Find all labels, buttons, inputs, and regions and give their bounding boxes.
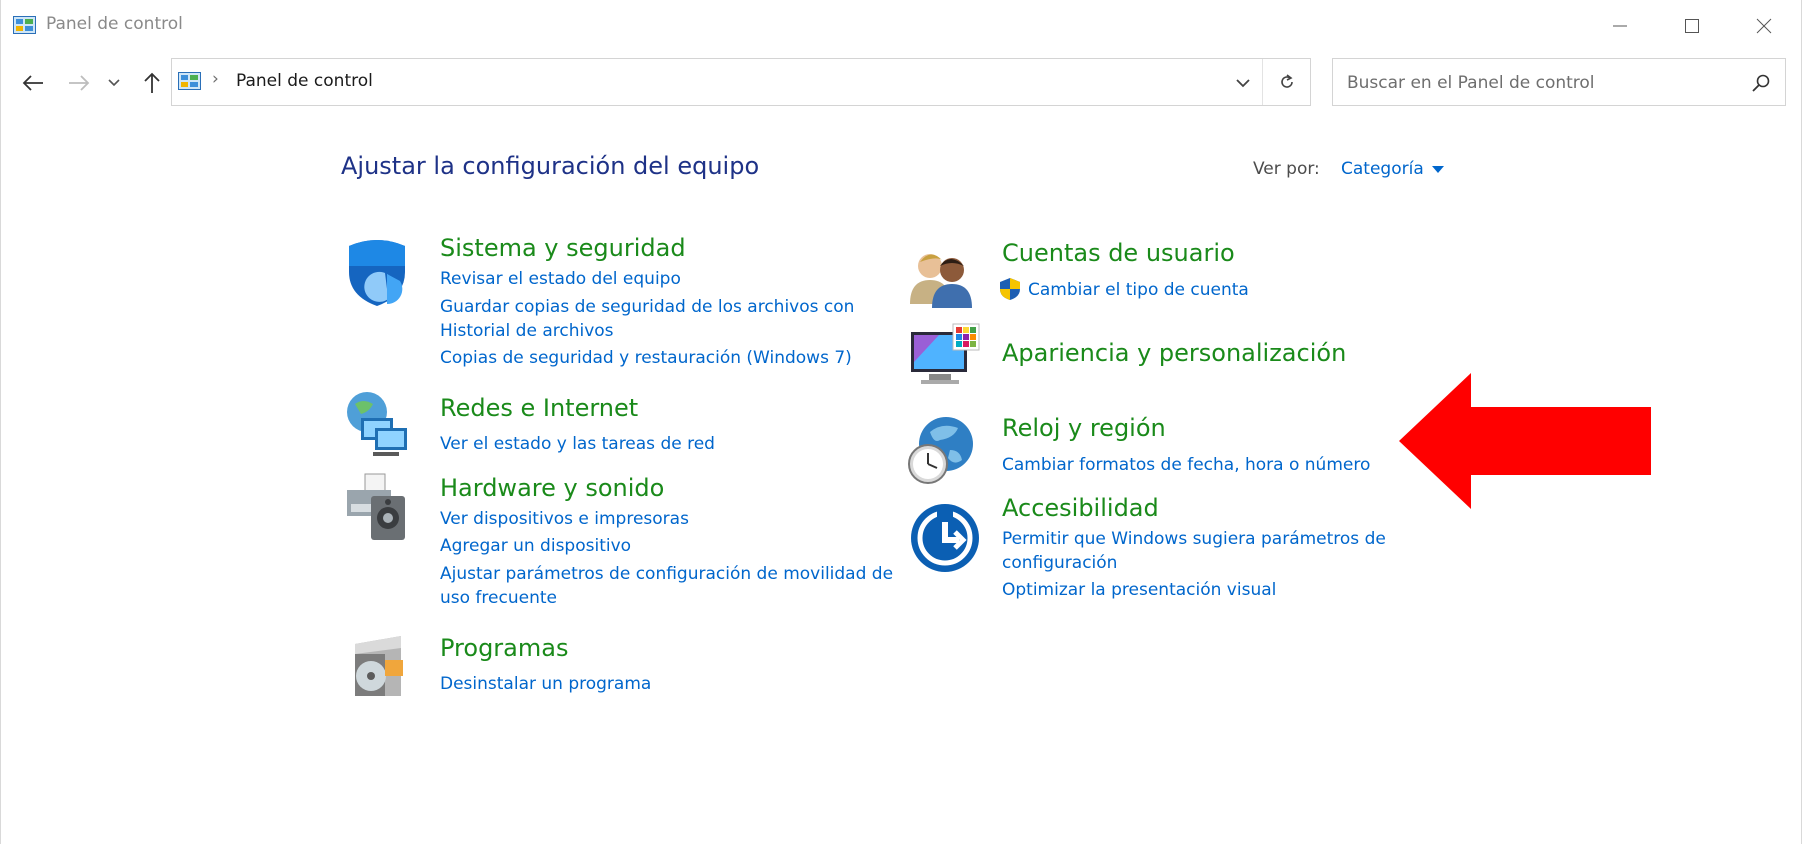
address-dropdown-button[interactable] — [1227, 67, 1259, 99]
view-by-value: Categoría — [1341, 159, 1424, 179]
link-uninstall-program[interactable]: Desinstalar un programa — [440, 672, 880, 696]
address-divider — [1262, 59, 1263, 105]
link-devices-printers[interactable]: Ver dispositivos e impresoras — [440, 507, 880, 531]
category-title-hardware-sound[interactable]: Hardware y sonido — [440, 474, 664, 502]
search-icon[interactable] — [1749, 71, 1773, 95]
view-by-dropdown[interactable]: Categoría — [1341, 159, 1444, 179]
link-optimize-visual-display[interactable]: Optimizar la presentación visual — [1002, 578, 1402, 602]
refresh-icon — [1281, 74, 1293, 88]
page-title: Ajustar la configuración del equipo — [341, 152, 760, 180]
category-title-clock-region[interactable]: Reloj y región — [1002, 414, 1166, 442]
recent-locations-button[interactable] — [104, 70, 124, 96]
category-title-accessibility[interactable]: Accesibilidad — [1002, 494, 1159, 522]
up-arrow-icon — [144, 72, 160, 93]
control-panel-window: Panel de control › Panel de control Busc… — [0, 0, 1802, 844]
category-title-network-internet[interactable]: Redes e Internet — [440, 394, 638, 422]
close-icon — [1756, 18, 1772, 34]
breadcrumb-control-panel[interactable]: Panel de control — [236, 71, 373, 91]
view-by-label: Ver por: — [1253, 159, 1320, 179]
accessibility-icon — [911, 504, 979, 572]
window-title: Panel de control — [46, 14, 183, 34]
users-icon — [910, 254, 972, 308]
link-review-computer-status[interactable]: Revisar el estado del equipo — [440, 267, 880, 291]
search-input[interactable] — [1345, 69, 1729, 97]
forward-button[interactable] — [65, 70, 93, 96]
up-button[interactable] — [138, 70, 166, 96]
search-box[interactable] — [1332, 58, 1786, 106]
title-bar: Panel de control — [1, 0, 1801, 52]
link-add-device[interactable]: Agregar un dispositivo — [440, 534, 880, 558]
programs-icon — [355, 636, 403, 696]
uac-shield-icon — [1000, 278, 1020, 300]
chevron-down-icon — [108, 79, 120, 87]
forward-arrow-icon — [69, 75, 90, 91]
control-panel-icon — [13, 16, 36, 34]
back-button[interactable] — [19, 70, 47, 96]
breadcrumb-chevron-icon: › — [212, 69, 219, 89]
dropdown-arrow-icon — [1431, 165, 1444, 173]
maximize-button[interactable] — [1656, 0, 1728, 52]
minimize-button[interactable] — [1584, 0, 1656, 52]
close-button[interactable] — [1728, 0, 1800, 52]
printer-speaker-icon — [347, 473, 405, 540]
link-mobility-settings[interactable]: Ajustar parámetros de configuración de m… — [440, 562, 900, 610]
refresh-button[interactable] — [1266, 65, 1308, 99]
category-title-system-security[interactable]: Sistema y seguridad — [440, 234, 686, 262]
category-title-user-accounts[interactable]: Cuentas de usuario — [1002, 239, 1235, 267]
link-network-status-tasks[interactable]: Ver el estado y las tareas de red — [440, 432, 880, 456]
link-windows-suggest-settings[interactable]: Permitir que Windows sugiera parámetros … — [1002, 527, 1402, 575]
red-arrow-annotation — [1399, 373, 1651, 509]
link-change-date-time-formats[interactable]: Cambiar formatos de fecha, hora o número — [1002, 453, 1402, 477]
category-title-appearance[interactable]: Apariencia y personalización — [1002, 339, 1346, 367]
shield-icon — [349, 240, 405, 306]
back-arrow-icon — [22, 75, 43, 91]
globe-clock-icon — [908, 417, 973, 484]
network-icon — [347, 392, 407, 456]
address-bar[interactable]: › Panel de control — [171, 58, 1311, 106]
link-change-account-type[interactable]: Cambiar el tipo de cuenta — [1028, 278, 1388, 302]
maximize-icon — [1685, 19, 1699, 33]
category-title-programs[interactable]: Programas — [440, 634, 568, 662]
monitor-palette-icon — [911, 323, 980, 384]
minimize-icon — [1613, 25, 1627, 27]
link-file-history-backup[interactable]: Guardar copias de seguridad de los archi… — [440, 295, 860, 343]
control-panel-icon — [178, 72, 201, 90]
chevron-down-icon — [1236, 78, 1250, 87]
link-backup-restore-win7[interactable]: Copias de seguridad y restauración (Wind… — [440, 346, 880, 370]
